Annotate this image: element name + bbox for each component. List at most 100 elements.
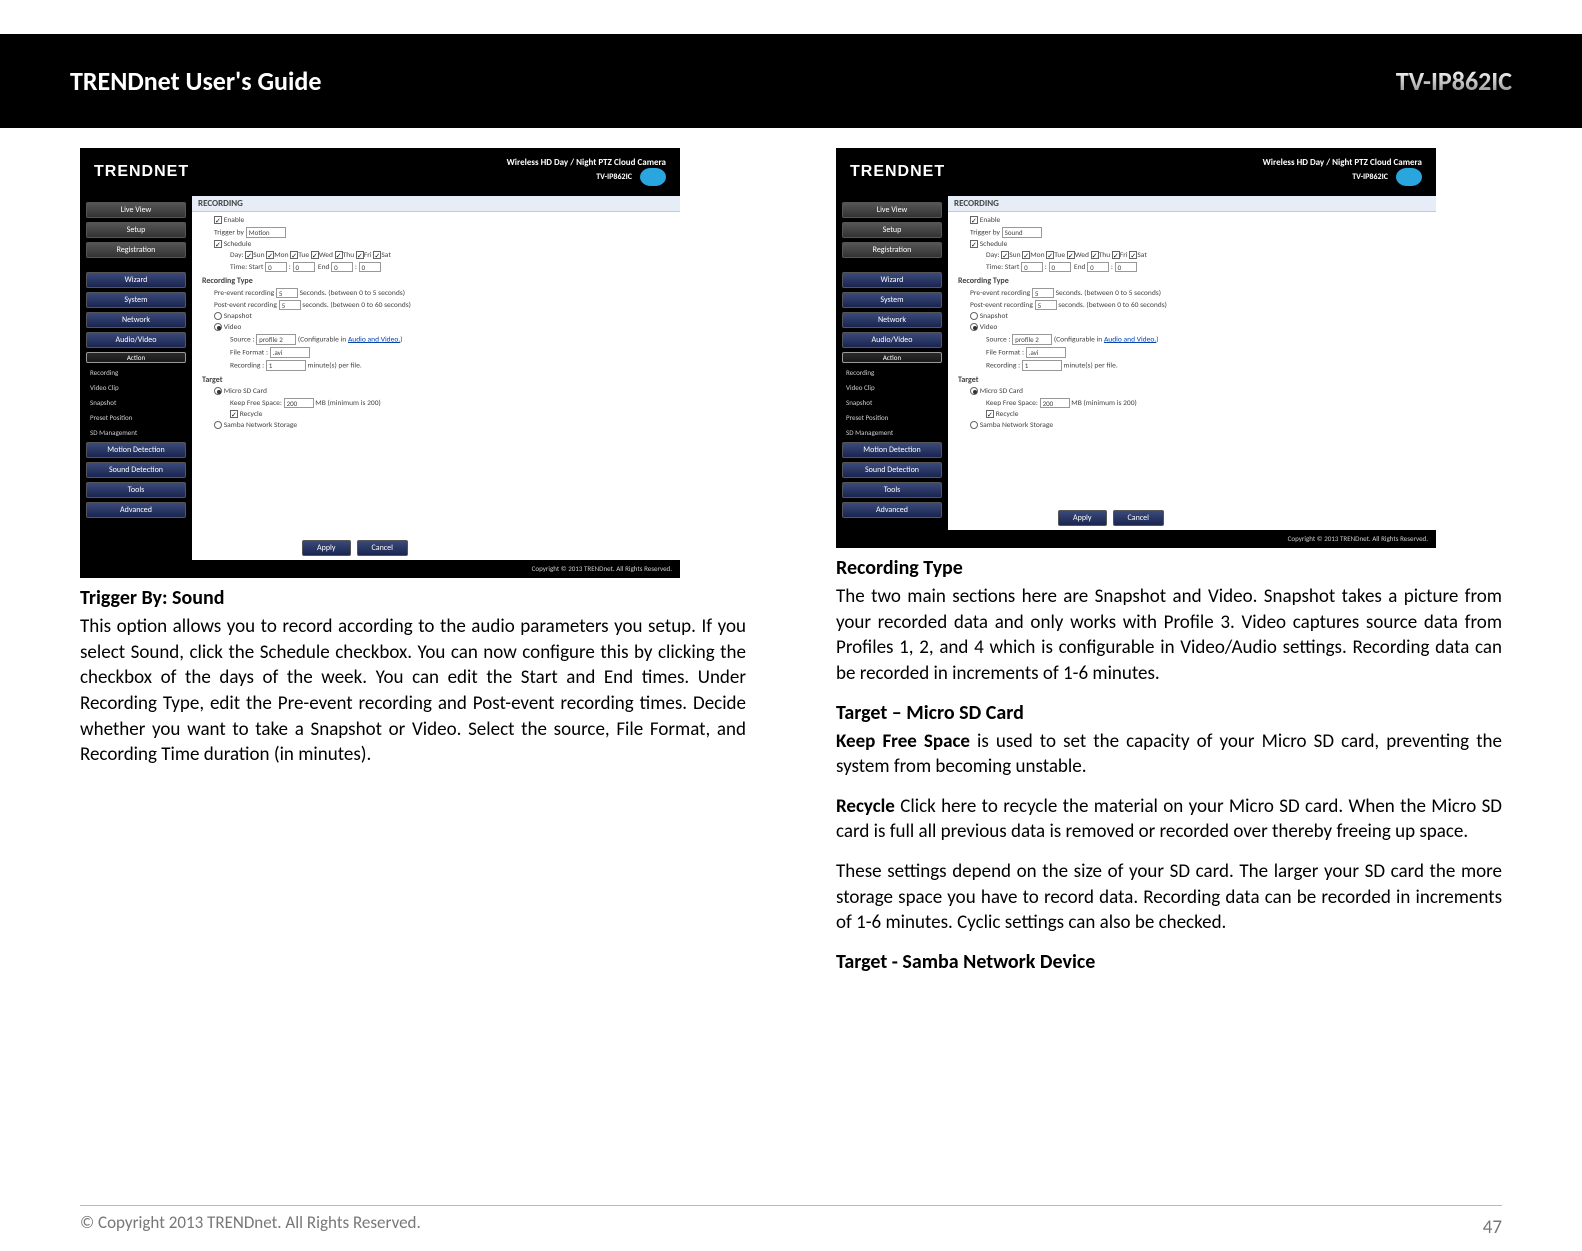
schedule-checkbox[interactable] [214, 240, 222, 248]
enable-checkbox[interactable] [970, 216, 978, 224]
nav-registration[interactable]: Registration [842, 242, 942, 258]
nav-action[interactable]: Action [842, 352, 942, 363]
subnav-sd-management[interactable]: SD Management [86, 427, 186, 438]
recycle-bold: Recycle [836, 795, 895, 818]
day-thu-checkbox[interactable] [335, 251, 343, 259]
subnav-recording[interactable]: Recording [842, 367, 942, 378]
nav-registration[interactable]: Registration [86, 242, 186, 258]
subnav-snapshot[interactable]: Snapshot [842, 397, 942, 408]
recycle-checkbox[interactable] [986, 410, 994, 418]
target-sd-heading: Target – Micro SD Card [836, 701, 1502, 725]
product-tagline: Wireless HD Day / Night PTZ Cloud Camera… [507, 158, 666, 186]
time-start-label: Time: Start [986, 263, 1019, 272]
nav-setup[interactable]: Setup [842, 222, 942, 238]
day-sun-checkbox[interactable] [245, 251, 253, 259]
nav-system[interactable]: System [842, 292, 942, 308]
end-hour-input[interactable]: 0 [1087, 262, 1109, 272]
kfs-input[interactable]: 200 [1040, 398, 1070, 408]
day-sun-checkbox[interactable] [1001, 251, 1009, 259]
nav-action[interactable]: Action [86, 352, 186, 363]
day-wed-checkbox[interactable] [1067, 251, 1075, 259]
nav-wizard[interactable]: Wizard [86, 272, 186, 288]
nav-wizard[interactable]: Wizard [842, 272, 942, 288]
day-fri-checkbox[interactable] [356, 251, 364, 259]
time-end-label: End [1074, 263, 1086, 272]
subnav-video-clip[interactable]: Video Clip [842, 382, 942, 393]
trigger-by-select[interactable]: Motion [246, 227, 286, 238]
snapshot-radio[interactable] [970, 312, 978, 320]
apply-button[interactable]: Apply [1058, 510, 1107, 526]
video-radio[interactable] [214, 323, 222, 331]
subnav-snapshot[interactable]: Snapshot [86, 397, 186, 408]
nav-live-view[interactable]: Live View [86, 202, 186, 218]
sd-radio[interactable] [970, 387, 978, 395]
nav-advanced[interactable]: Advanced [842, 502, 942, 518]
schedule-checkbox[interactable] [970, 240, 978, 248]
cancel-button[interactable]: Cancel [357, 540, 409, 556]
source-select[interactable]: profile 2 [1012, 334, 1052, 345]
file-format-select[interactable]: .avi [270, 347, 310, 358]
day-thu-checkbox[interactable] [1091, 251, 1099, 259]
nav-setup[interactable]: Setup [86, 222, 186, 238]
nav-sound-detection[interactable]: Sound Detection [842, 462, 942, 478]
day-wed: Wed [1075, 251, 1089, 260]
subnav-preset-position[interactable]: Preset Position [86, 412, 186, 423]
post-event-input[interactable]: 5 [279, 300, 301, 310]
right-column: TRENDNET Wireless HD Day / Night PTZ Clo… [836, 148, 1502, 978]
source-close: ) [400, 335, 402, 344]
recycle-label: Recycle [996, 410, 1019, 419]
nav-tools[interactable]: Tools [842, 482, 942, 498]
nav-motion-detection[interactable]: Motion Detection [86, 442, 186, 458]
snapshot-radio[interactable] [214, 312, 222, 320]
post-event-input[interactable]: 5 [1035, 300, 1057, 310]
nav-tools[interactable]: Tools [86, 482, 186, 498]
subnav-preset-position[interactable]: Preset Position [842, 412, 942, 423]
video-radio[interactable] [970, 323, 978, 331]
recycle-checkbox[interactable] [230, 410, 238, 418]
nav-network[interactable]: Network [86, 312, 186, 328]
subnav-sd-management[interactable]: SD Management [842, 427, 942, 438]
nav-motion-detection[interactable]: Motion Detection [842, 442, 942, 458]
audio-video-link[interactable]: Audio and Video. [348, 335, 400, 344]
day-fri-checkbox[interactable] [1112, 251, 1120, 259]
recording-type-paragraph: The two main sections here are Snapshot … [836, 584, 1502, 687]
nav-audio-video[interactable]: Audio/Video [842, 332, 942, 348]
subnav-recording[interactable]: Recording [86, 367, 186, 378]
start-hour-input[interactable]: 0 [265, 262, 287, 272]
start-min-input[interactable]: 0 [293, 262, 315, 272]
day-wed-checkbox[interactable] [311, 251, 319, 259]
recording-min-select[interactable]: 1 [266, 360, 306, 371]
pre-event-input[interactable]: 5 [276, 288, 298, 298]
end-min-input[interactable]: 0 [359, 262, 381, 272]
product-tagline: Wireless HD Day / Night PTZ Cloud Camera… [1263, 158, 1422, 186]
nav-audio-video[interactable]: Audio/Video [86, 332, 186, 348]
kfs-input[interactable]: 200 [284, 398, 314, 408]
sd-radio[interactable] [214, 387, 222, 395]
end-hour-input[interactable]: 0 [331, 262, 353, 272]
end-min-input[interactable]: 0 [1115, 262, 1137, 272]
audio-video-link[interactable]: Audio and Video. [1104, 335, 1156, 344]
trigger-by-select[interactable]: Sound [1002, 227, 1042, 238]
cloud-icon [640, 168, 666, 186]
nav-system[interactable]: System [86, 292, 186, 308]
nav-sound-detection[interactable]: Sound Detection [86, 462, 186, 478]
start-hour-input[interactable]: 0 [1021, 262, 1043, 272]
start-min-input[interactable]: 0 [1049, 262, 1071, 272]
recording-min-select[interactable]: 1 [1022, 360, 1062, 371]
nav-advanced[interactable]: Advanced [86, 502, 186, 518]
apply-button[interactable]: Apply [302, 540, 351, 556]
file-format-select[interactable]: .avi [1026, 347, 1066, 358]
nav-live-view[interactable]: Live View [842, 202, 942, 218]
samba-radio[interactable] [970, 421, 978, 429]
enable-checkbox[interactable] [214, 216, 222, 224]
nav-network[interactable]: Network [842, 312, 942, 328]
left-column: TRENDNET Wireless HD Day / Night PTZ Clo… [80, 148, 746, 978]
cancel-button[interactable]: Cancel [1113, 510, 1165, 526]
panel-title: RECORDING [948, 196, 1436, 212]
screenshot-trigger-sound: TRENDNET Wireless HD Day / Night PTZ Clo… [836, 148, 1436, 548]
pre-event-input[interactable]: 5 [1032, 288, 1054, 298]
trigger-by-label: Trigger by [214, 228, 244, 237]
subnav-video-clip[interactable]: Video Clip [86, 382, 186, 393]
samba-radio[interactable] [214, 421, 222, 429]
source-select[interactable]: profile 2 [256, 334, 296, 345]
